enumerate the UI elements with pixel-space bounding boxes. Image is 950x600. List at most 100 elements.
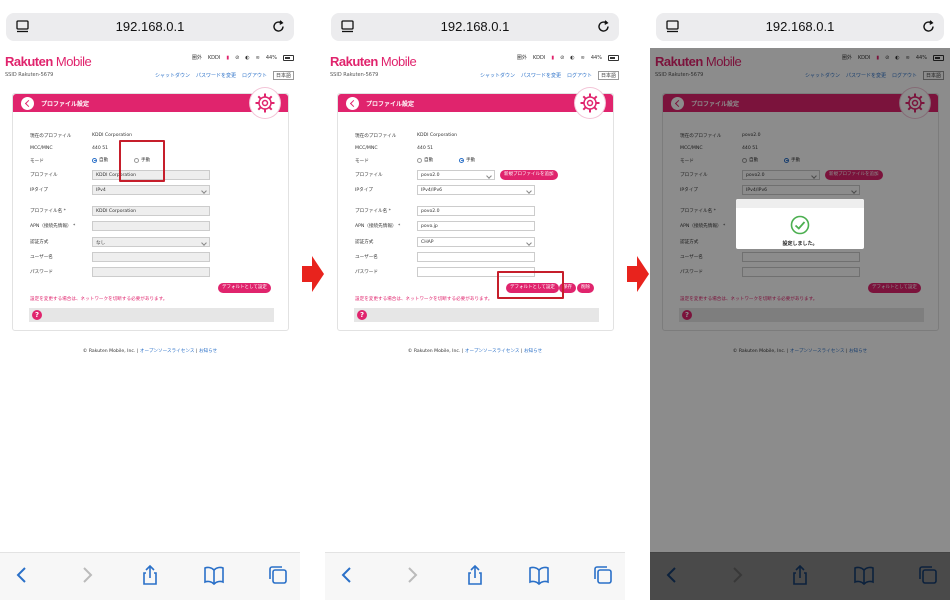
mcc-mnc-value: 440 51	[417, 146, 434, 151]
reload-icon[interactable]	[596, 19, 611, 34]
shutdown-link[interactable]: シャットダウン	[480, 72, 515, 79]
signal-area: 圏外	[516, 55, 527, 61]
mode-manual-radio[interactable]: 手動	[459, 157, 475, 163]
auth-select[interactable]: CHAP	[417, 237, 535, 247]
phone-screen-3: 192.168.0.1 Rakuten Mobile SSID Rakuten-…	[650, 0, 950, 600]
footer: © Rakuten Mobile, Inc. | オープンソースライセンス | …	[82, 349, 218, 354]
next-step-arrow-icon	[627, 256, 649, 292]
next-step-arrow-icon	[302, 256, 324, 292]
footer: © Rakuten Mobile, Inc. | オープンソースライセンス | …	[407, 349, 543, 354]
share-icon[interactable]	[139, 564, 161, 586]
profile-label: プロファイル	[30, 173, 58, 178]
url-text[interactable]: 192.168.0.1	[6, 19, 294, 34]
no-sim-icon: ⊘	[235, 54, 240, 61]
profile-settings-card: プロファイル設定 現在のプロファイル KDDI Corporation MCC/…	[337, 88, 614, 331]
shutdown-link[interactable]: シャットダウン	[155, 72, 190, 79]
apn-input[interactable]: povo.jp	[417, 221, 535, 231]
password-input[interactable]	[92, 267, 210, 277]
apn-input[interactable]	[92, 221, 210, 231]
username-label: ユーザー名	[355, 255, 378, 260]
bookmarks-icon[interactable]	[203, 564, 225, 586]
back-arrow-icon[interactable]	[336, 564, 358, 586]
toolbar-overlay	[650, 552, 950, 600]
language-select[interactable]: 日本語	[272, 71, 294, 80]
url-text[interactable]: 192.168.0.1	[331, 19, 619, 34]
back-arrow-icon[interactable]	[11, 564, 33, 586]
signal-icon: ▮	[551, 54, 555, 61]
ip-type-select[interactable]: IPv4/IPv6	[417, 185, 535, 195]
radio-selected-icon	[459, 157, 464, 163]
modal-overlay[interactable]	[650, 48, 950, 600]
checkmark-icon	[790, 215, 810, 235]
oss-link[interactable]: オープンソースライセンス	[465, 349, 520, 354]
wifi-icon: ≋	[255, 54, 260, 61]
back-icon[interactable]	[21, 97, 34, 110]
profile-name-label: プロファイル名 *	[355, 209, 391, 214]
change-password-link[interactable]: パスワードを変更	[521, 72, 561, 79]
profile-settings-card: プロファイル設定 現在のプロファイル KDDI Corporation MCC/…	[12, 88, 289, 331]
logout-link[interactable]: ログアウト	[567, 72, 592, 79]
battery-icon	[283, 54, 294, 61]
top-links: シャットダウン パスワードを変更 ログアウト 日本語	[480, 71, 619, 80]
url-text[interactable]: 192.168.0.1	[656, 19, 944, 34]
current-profile-value: KDDI Corporation	[92, 133, 133, 138]
address-bar[interactable]: 192.168.0.1	[331, 13, 619, 41]
oss-link[interactable]: オープンソースライセンス	[140, 349, 195, 354]
reload-icon[interactable]	[921, 19, 936, 34]
language-select[interactable]: 日本語	[597, 71, 619, 80]
ip-type-select[interactable]: IPv4	[92, 185, 210, 195]
success-dialog: 設定しました。	[736, 199, 864, 249]
mcc-mnc-value: 440 51	[92, 146, 109, 151]
username-label: ユーザー名	[30, 255, 53, 260]
add-profile-button[interactable]: 新規プロファイルを追加	[500, 170, 558, 180]
highlight-box-manual	[119, 140, 165, 182]
profile-name-input[interactable]: povo2.0	[417, 206, 535, 216]
current-profile-label: 現在のプロファイル	[30, 134, 72, 139]
ssid-label: SSID Rakuten-5679	[330, 72, 379, 78]
share-icon[interactable]	[464, 564, 486, 586]
forward-arrow-icon[interactable]	[401, 564, 423, 586]
mode-auto-radio[interactable]: 自動	[417, 157, 433, 163]
apn-label: APN（接続先情報） *	[355, 224, 401, 229]
card-header: プロファイル設定	[338, 94, 613, 112]
address-bar[interactable]: 192.168.0.1	[656, 13, 944, 41]
reload-icon[interactable]	[271, 19, 286, 34]
back-icon[interactable]	[346, 97, 359, 110]
forward-arrow-icon[interactable]	[76, 564, 98, 586]
battery-icon	[608, 54, 619, 61]
help-bar: ?	[29, 308, 274, 322]
help-icon[interactable]: ?	[32, 310, 42, 320]
profile-name-label: プロファイル名 *	[30, 209, 66, 214]
profile-name-input[interactable]: KDDI Corporation	[92, 206, 210, 216]
highlight-box-set-default	[497, 271, 564, 299]
username-input[interactable]	[417, 252, 535, 262]
logout-link[interactable]: ログアウト	[242, 72, 267, 79]
status-bar: 圏外 KDDI ▮ ⊘ ◐ ≋ 44%	[192, 54, 294, 61]
mode-label: モード	[355, 159, 369, 164]
current-profile-label: 現在のプロファイル	[355, 134, 397, 139]
browser-toolbar	[325, 552, 625, 600]
auth-select[interactable]: なし	[92, 237, 210, 247]
address-bar[interactable]: 192.168.0.1	[6, 13, 294, 41]
battery-percent: 44%	[590, 54, 602, 61]
change-password-link[interactable]: パスワードを変更	[196, 72, 236, 79]
mode-auto-radio[interactable]: 自動	[92, 157, 108, 163]
notice-link[interactable]: お知らせ	[199, 349, 217, 354]
profile-select[interactable]: povo2.0	[417, 170, 495, 180]
notice-link[interactable]: お知らせ	[524, 349, 542, 354]
username-input[interactable]	[92, 252, 210, 262]
ssid-label: SSID Rakuten-5679	[5, 72, 54, 78]
brand-logo: Rakuten Mobile	[330, 54, 417, 69]
top-links: シャットダウン パスワードを変更 ログアウト 日本語	[155, 71, 294, 80]
password-label: パスワード	[355, 270, 378, 275]
mcc-mnc-label: MCC/MNC	[355, 146, 378, 151]
warning-text: 設定を変更する場合は、ネットワークを切断する必要があります。	[355, 297, 493, 302]
set-default-button[interactable]: デフォルトとして設定	[218, 283, 271, 293]
dialog-message: 設定しました。	[782, 241, 818, 247]
status-bar: 圏外 KDDI ▮ ⊘ ◐ ≋ 44%	[517, 54, 619, 61]
help-icon[interactable]: ?	[357, 310, 367, 320]
bookmarks-icon[interactable]	[528, 564, 550, 586]
tabs-overview-icon[interactable]	[267, 564, 289, 586]
tabs-overview-icon[interactable]	[592, 564, 614, 586]
delete-button[interactable]: 削除	[577, 283, 594, 293]
